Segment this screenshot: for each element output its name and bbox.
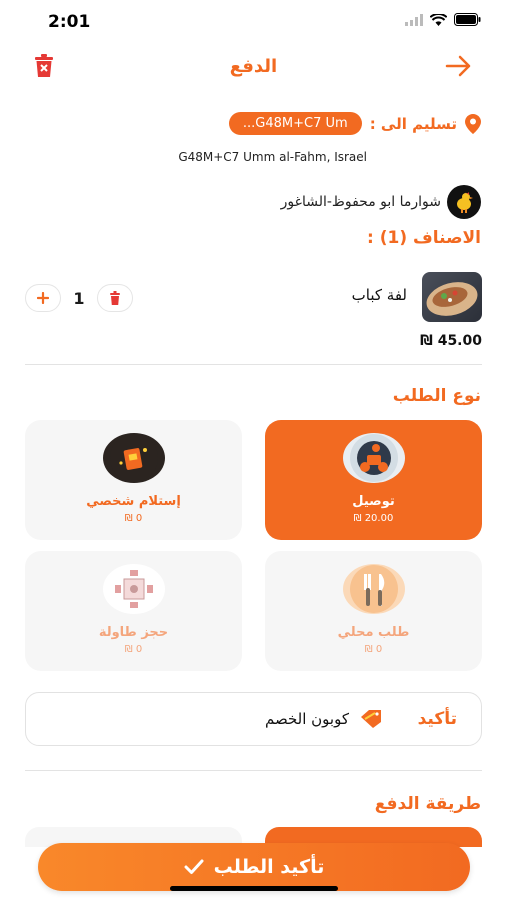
increase-quantity-button[interactable] [25, 284, 61, 312]
item-name: لفة كباب [351, 286, 407, 304]
item-image [422, 272, 482, 322]
order-type-grid: توصيل 20.00 ₪ إستلام شخصي 0 ₪ طلب محلي 0… [25, 420, 482, 671]
order-type-price: 0 ₪ [124, 644, 143, 655]
address-pill[interactable]: ...G48M+C7 Um [228, 112, 362, 135]
fork-knife-icon [343, 564, 405, 614]
header: الدفع [0, 48, 507, 88]
confirm-order-label: تأكيد الطلب [213, 856, 325, 878]
order-type-table-booking[interactable]: حجز طاولة 0 ₪ [25, 551, 242, 671]
restaurant-row: شوارما ابو محفوظ-الشاغور [281, 185, 481, 219]
rooster-logo-icon [457, 192, 473, 213]
status-time: 2:01 [48, 12, 91, 32]
order-type-title: نوع الطلب [392, 386, 481, 406]
plus-icon [37, 292, 49, 304]
order-type-pickup[interactable]: إستلام شخصي 0 ₪ [25, 420, 242, 540]
coupon-field[interactable]: تأكيد كوبون الخصم [25, 692, 482, 746]
restaurant-name: شوارما ابو محفوظ-الشاغور [280, 194, 441, 210]
order-type-price: 0 ₪ [364, 644, 383, 655]
status-bar: 2:01 [0, 0, 507, 44]
divider [25, 770, 482, 771]
order-type-label: حجز طاولة [98, 625, 169, 640]
order-type-price: 0 ₪ [124, 513, 143, 524]
remove-item-button[interactable] [97, 284, 133, 312]
cart-item: لفة كباب 1 [25, 272, 482, 324]
order-type-label: إستلام شخصي [86, 494, 181, 509]
confirm-order-button[interactable]: تأكيد الطلب [38, 843, 470, 891]
order-type-label: طلب محلي [337, 625, 410, 640]
order-type-price: 20.00 ₪ [353, 513, 394, 524]
order-type-delivery[interactable]: توصيل 20.00 ₪ [265, 420, 482, 540]
pickup-bag-icon [103, 433, 165, 483]
delivery-label: تسليم الى : [369, 114, 457, 133]
checkmark-icon [184, 859, 204, 874]
signal-icon [405, 13, 423, 26]
battery-icon [454, 13, 481, 26]
trash-icon [110, 291, 120, 305]
delivery-scooter-icon [343, 433, 405, 483]
order-type-label: توصيل [352, 494, 395, 509]
location-pin-icon [465, 113, 481, 134]
status-icons [405, 13, 481, 26]
coupon-confirm-button[interactable]: تأكيد [418, 709, 457, 729]
kebab-wrap-image [426, 282, 478, 316]
coupon-label: كوبون الخصم [264, 710, 349, 728]
page-title: الدفع [229, 56, 278, 77]
restaurant-logo [447, 185, 481, 219]
table-booking-icon [103, 564, 165, 614]
coupon-tag-icon [359, 709, 383, 733]
back-button[interactable] [445, 54, 473, 82]
quantity-stepper: 1 [25, 284, 133, 312]
quantity-value: 1 [73, 288, 85, 308]
items-title: الاصناف (1) : [366, 228, 481, 248]
address-full: G48M+C7 Umm al-Fahm, Israel [178, 150, 367, 164]
home-indicator [170, 886, 338, 891]
arrow-right-icon [445, 55, 471, 77]
order-type-dine-in[interactable]: طلب محلي 0 ₪ [265, 551, 482, 671]
wifi-icon [430, 13, 447, 26]
item-price: 45.00 ₪ [420, 333, 482, 349]
divider [25, 364, 482, 365]
payment-title: طريقة الدفع [374, 794, 481, 814]
delivery-row: تسليم الى : ...G48M+C7 Um [228, 112, 481, 135]
